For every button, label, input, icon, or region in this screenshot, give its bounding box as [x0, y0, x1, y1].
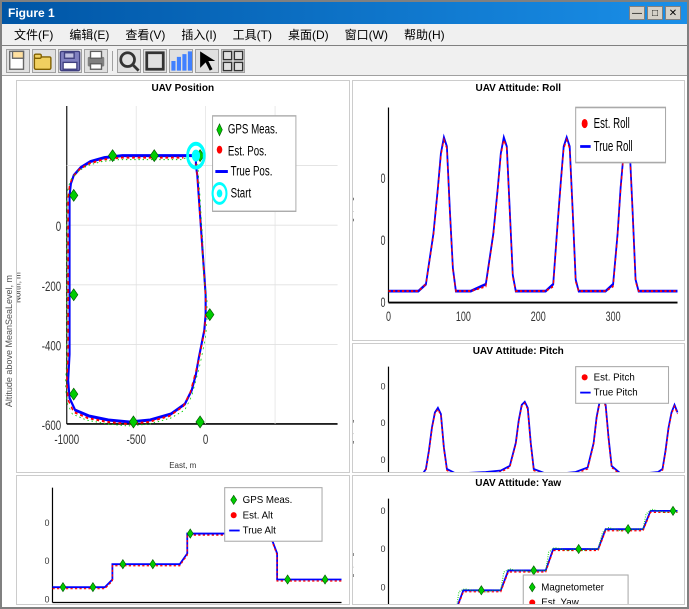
- svg-text:Est. Pos.: Est. Pos.: [228, 143, 267, 159]
- main-window: Figure 1 — □ ✕ 文件(F) 编辑(E) 查看(V) 插入(I) 工…: [0, 0, 689, 609]
- svg-text:True Alt: True Alt: [243, 525, 276, 536]
- layout-button[interactable]: [221, 49, 245, 73]
- pitch-ylabel: Pitch Angle, deg: [352, 419, 355, 470]
- plot-yaw: UAV Attitude: Yaw Yaw Angle, deg Time, s…: [352, 475, 686, 605]
- minimize-button[interactable]: —: [629, 6, 645, 20]
- svg-text:Est. Pitch: Est. Pitch: [593, 372, 634, 383]
- close-button[interactable]: ✕: [665, 6, 681, 20]
- pitch-svg: 0 10 20 30 0 100 200 300: [381, 359, 681, 473]
- svg-text:Est. Roll: Est. Roll: [593, 115, 629, 132]
- alt-svg: 100 150 200 0 100 200 300: [45, 480, 345, 605]
- menu-file[interactable]: 文件(F): [6, 24, 61, 45]
- position-ylabel: North, m: [16, 272, 23, 303]
- menu-desktop[interactable]: 桌面(D): [280, 24, 337, 45]
- toolbar: [2, 46, 687, 76]
- svg-text:0: 0: [381, 295, 385, 310]
- svg-text:Est. Yaw: Est. Yaw: [541, 597, 579, 605]
- position-xlabel: East, m: [17, 461, 349, 470]
- svg-text:Magnetometer: Magnetometer: [541, 582, 604, 593]
- chart-button[interactable]: [169, 49, 193, 73]
- menu-window[interactable]: 窗口(W): [337, 24, 396, 45]
- svg-text:-1000: -1000: [54, 431, 79, 447]
- svg-text:-400: -400: [42, 338, 62, 354]
- svg-text:-200: -200: [42, 278, 62, 294]
- yaw-ylabel: Yaw Angle, deg: [352, 553, 355, 601]
- window-controls: — □ ✕: [629, 6, 681, 20]
- svg-text:GPS Meas.: GPS Meas.: [228, 121, 278, 137]
- svg-text:100: 100: [45, 594, 49, 604]
- svg-text:0: 0: [381, 582, 385, 592]
- svg-text:Est. Alt: Est. Alt: [243, 510, 274, 521]
- position-svg: -1000 -500 0 -600 -400 -200 0: [39, 96, 345, 454]
- new-button[interactable]: [6, 49, 30, 73]
- menu-tools[interactable]: 工具(T): [225, 24, 280, 45]
- menu-insert[interactable]: 插入(I): [173, 24, 224, 45]
- open-button[interactable]: [32, 49, 56, 73]
- svg-text:GPS Meas.: GPS Meas.: [243, 495, 293, 506]
- roll-svg: 0 20 40 0 100 200 300: [381, 96, 681, 326]
- zoom-button[interactable]: [117, 49, 141, 73]
- window-title: Figure 1: [8, 6, 55, 20]
- plot-pitch-title: UAV Attitude: Pitch: [353, 344, 685, 357]
- svg-text:20: 20: [381, 233, 385, 248]
- svg-text:200: 200: [530, 309, 545, 324]
- plot-position: UAV Position North, m East, m: [16, 80, 350, 473]
- yaw-svg: -200 0 100 200 0 100 200 300: [381, 491, 681, 605]
- menu-edit[interactable]: 编辑(E): [61, 24, 117, 45]
- title-bar: Figure 1 — □ ✕: [2, 2, 687, 24]
- menu-bar: 文件(F) 编辑(E) 查看(V) 插入(I) 工具(T) 桌面(D) 窗口(W…: [2, 24, 687, 46]
- plot-yaw-title: UAV Attitude: Yaw: [353, 476, 685, 489]
- plot-altitude: Altitude, m Time, s 100 150 200 0 100 20…: [16, 475, 350, 605]
- svg-text:30: 30: [381, 381, 385, 391]
- svg-text:10: 10: [381, 454, 385, 464]
- menu-help[interactable]: 帮助(H): [396, 24, 453, 45]
- svg-text:True Pos.: True Pos.: [231, 163, 273, 179]
- svg-text:300: 300: [605, 309, 620, 324]
- cursor-button[interactable]: [195, 49, 219, 73]
- svg-text:20: 20: [381, 418, 385, 428]
- svg-text:True Roll: True Roll: [593, 138, 632, 155]
- svg-text:0: 0: [385, 309, 390, 324]
- svg-text:True Pitch: True Pitch: [593, 387, 637, 398]
- menu-view[interactable]: 查看(V): [117, 24, 173, 45]
- svg-text:150: 150: [45, 556, 49, 566]
- rect-button[interactable]: [143, 49, 167, 73]
- figure-side-label: Altitude above MeanSeaLevel, m: [4, 275, 14, 407]
- svg-text:100: 100: [455, 309, 470, 324]
- maximize-button[interactable]: □: [647, 6, 663, 20]
- plot-pitch: UAV Attitude: Pitch Pitch Angle, deg 0 1…: [352, 343, 686, 473]
- svg-text:200: 200: [381, 506, 385, 516]
- svg-text:-500: -500: [126, 431, 146, 447]
- svg-text:Start: Start: [231, 185, 252, 201]
- print-button[interactable]: [84, 49, 108, 73]
- save-button[interactable]: [58, 49, 82, 73]
- roll-ylabel: Roll Angle, deg: [352, 197, 355, 244]
- svg-text:-600: -600: [42, 417, 62, 433]
- figure-area: Altitude above MeanSeaLevel, m UAV Posit…: [2, 76, 687, 607]
- plot-roll: UAV Attitude: Roll Roll Angle, deg 0 20 …: [352, 80, 686, 341]
- plot-roll-title: UAV Attitude: Roll: [353, 81, 685, 94]
- svg-text:40: 40: [381, 171, 385, 186]
- plot-position-title: UAV Position: [17, 81, 349, 94]
- svg-text:0: 0: [56, 218, 62, 234]
- svg-text:0: 0: [203, 431, 209, 447]
- svg-text:200: 200: [45, 518, 49, 528]
- svg-text:100: 100: [381, 544, 385, 554]
